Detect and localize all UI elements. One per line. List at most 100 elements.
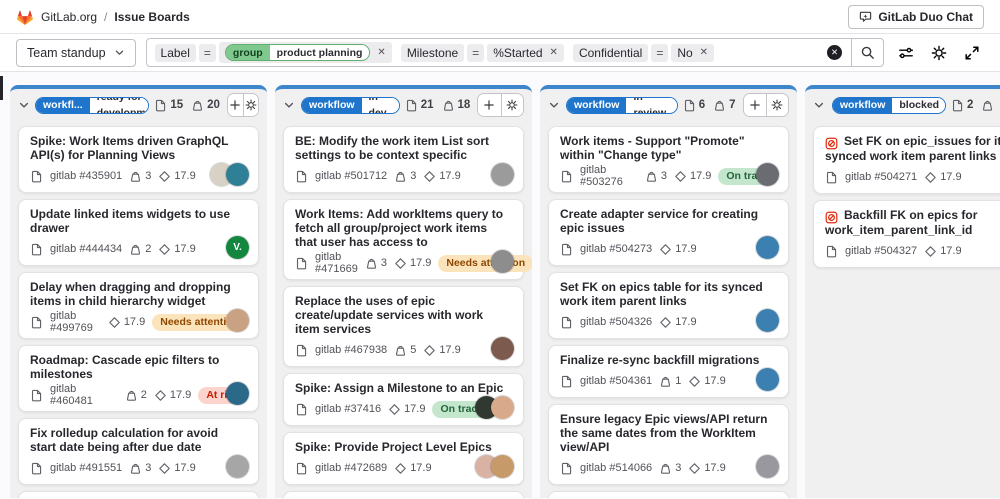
avatar[interactable] <box>226 309 249 332</box>
remove-token-icon[interactable]: ✕ <box>549 47 558 58</box>
avatar[interactable] <box>226 163 249 186</box>
filtered-search-input[interactable]: Label = group product planning ✕ Milesto… <box>146 38 884 67</box>
card-title[interactable]: Roadmap: Cascade epic filters to milesto… <box>30 353 247 381</box>
board-card[interactable]: Set FK on epics table for its synced wor… <box>548 272 789 339</box>
board-card[interactable]: Work items - Support "Promote" within "C… <box>548 126 789 193</box>
card-milestone: 17.9 <box>108 316 145 329</box>
board-card[interactable]: Spike: Assign a Milestone to an Epic git… <box>283 373 524 426</box>
add-issue-button[interactable] <box>478 94 500 116</box>
token-operator[interactable]: = <box>467 44 484 62</box>
board-card[interactable]: Delay when dragging and dropping items i… <box>18 272 259 339</box>
column-label[interactable]: workflow in dev <box>301 97 400 114</box>
card-title[interactable]: Set FK on epic_issues for its synced wor… <box>825 134 1000 163</box>
issue-type-icon <box>30 243 43 256</box>
token-field[interactable]: Confidential <box>573 44 648 62</box>
avatar[interactable] <box>491 250 514 273</box>
board-card[interactable]: Finalize re-sync backfill migrations git… <box>548 345 789 398</box>
avatar[interactable] <box>491 163 514 186</box>
board-card[interactable]: Work items - Child items list occasional… <box>548 491 789 498</box>
token-value[interactable]: No ✕ <box>671 44 714 62</box>
column-label[interactable]: workflow blocked <box>832 97 946 114</box>
avatar[interactable] <box>491 337 514 360</box>
token-field[interactable]: Milestone <box>401 44 464 62</box>
card-title[interactable]: Replace the uses of epic create/update s… <box>295 294 512 336</box>
avatar[interactable] <box>756 455 779 478</box>
avatar[interactable] <box>756 163 779 186</box>
assignee-avatars: V. <box>226 236 249 259</box>
column-settings-button[interactable] <box>501 94 523 116</box>
card-title[interactable]: Ensure legacy Epic views/API return the … <box>560 412 777 454</box>
card-title[interactable]: Fix rolledup calculation for avoid start… <box>30 426 247 454</box>
board-card[interactable]: Update linked items widgets to use drawe… <box>18 199 259 266</box>
card-title[interactable]: Update linked items widgets to use drawe… <box>30 207 247 235</box>
board-card[interactable]: Spike: Work Items driven GraphQL API(s) … <box>18 126 259 193</box>
remove-token-icon[interactable]: ✕ <box>376 47 385 58</box>
duo-chat-button[interactable]: GitLab Duo Chat <box>848 5 984 29</box>
avatar[interactable] <box>491 455 514 478</box>
filter-token-confidential[interactable]: Confidential = No ✕ <box>573 44 714 62</box>
board-card[interactable]: Work Items: Add workItems query to fetch… <box>283 199 524 280</box>
card-title[interactable]: Spike: Work Items driven GraphQL API(s) … <box>30 134 247 162</box>
card-title[interactable]: Backfill FK on epics for work_item_paren… <box>825 208 1000 237</box>
card-title[interactable]: Spike: Assign a Milestone to an Epic <box>295 381 512 395</box>
card-title[interactable]: Set FK on epics table for its synced wor… <box>560 280 777 308</box>
fullscreen-button[interactable] <box>964 44 980 60</box>
add-issue-button[interactable] <box>744 94 766 116</box>
scroll-edge-mark <box>0 76 3 100</box>
card-title[interactable]: Delay when dragging and dropping items i… <box>30 280 247 308</box>
token-value[interactable]: group product planning ✕ <box>219 42 392 63</box>
avatar[interactable] <box>226 382 249 405</box>
collapse-column-button[interactable] <box>283 99 296 111</box>
card-title[interactable]: Work Items: Add workItems query to fetch… <box>295 207 512 249</box>
board-card[interactable]: Ensure legacy Epic views/API return the … <box>548 404 789 485</box>
gitlab-logo-icon[interactable] <box>16 9 33 25</box>
status-badge[interactable]: Needs attention <box>438 255 532 272</box>
card-title[interactable]: Spike: Provide Project Level Epics <box>295 440 512 454</box>
milestone-icon <box>108 316 121 329</box>
card-title[interactable]: Create adapter service for creating epic… <box>560 207 777 235</box>
board-card[interactable]: Allow users to set work in progress limi… <box>283 491 524 498</box>
collapse-column-button[interactable] <box>813 99 827 111</box>
board-switcher[interactable]: Team standup <box>16 39 136 67</box>
token-field[interactable]: Label <box>155 44 196 62</box>
board-card[interactable]: Roadmap: Cascade epic filters to milesto… <box>18 345 259 412</box>
collapse-column-button[interactable] <box>18 99 30 111</box>
board-card[interactable]: Create adapter service for creating epic… <box>548 199 789 266</box>
card-title[interactable]: BE: Modify the work item List sort setti… <box>295 134 512 162</box>
board-card[interactable]: Spike: Provide Project Level Epics gitla… <box>283 432 524 485</box>
board-column-in-dev: workflow in dev 21 18 BE: Modify the wor… <box>275 85 532 498</box>
avatar[interactable] <box>756 368 779 391</box>
token-value[interactable]: %Started ✕ <box>487 44 564 62</box>
card-title[interactable]: Finalize re-sync backfill migrations <box>560 353 777 367</box>
search-button[interactable] <box>851 39 883 66</box>
sort-options-button[interactable] <box>898 44 914 60</box>
token-operator[interactable]: = <box>199 44 216 62</box>
card-title[interactable]: Work items - Support "Promote" within "C… <box>560 134 777 162</box>
board-card[interactable]: Add ability to reprioritize board cards … <box>18 491 259 498</box>
remove-token-icon[interactable]: ✕ <box>699 47 708 58</box>
board-card[interactable]: Fix rolledup calculation for avoid start… <box>18 418 259 485</box>
collapse-column-button[interactable] <box>548 99 561 111</box>
column-label[interactable]: workfl... ready for developme... <box>35 97 149 114</box>
breadcrumb-page[interactable]: Issue Boards <box>114 10 189 24</box>
token-operator[interactable]: = <box>651 44 668 62</box>
breadcrumb-group[interactable]: GitLab.org <box>41 10 97 24</box>
board-card[interactable]: BE: Modify the work item List sort setti… <box>283 126 524 193</box>
board-card[interactable]: Backfill FK on epics for work_item_paren… <box>813 200 1000 268</box>
board-card[interactable]: Set FK on epic_issues for its synced wor… <box>813 126 1000 194</box>
column-settings-button[interactable] <box>766 94 788 116</box>
avatar[interactable]: V. <box>226 236 249 259</box>
avatar[interactable] <box>756 236 779 259</box>
filter-token-milestone[interactable]: Milestone = %Started ✕ <box>401 44 564 62</box>
add-issue-button[interactable] <box>228 94 243 116</box>
board-config-button[interactable] <box>931 44 947 60</box>
avatar[interactable] <box>226 455 249 478</box>
card-milestone: 17.9 <box>388 403 425 416</box>
avatar[interactable] <box>756 309 779 332</box>
avatar[interactable] <box>491 396 514 419</box>
board-card[interactable]: Replace the uses of epic create/update s… <box>283 286 524 367</box>
column-settings-button[interactable] <box>243 94 258 116</box>
filter-token-label[interactable]: Label = group product planning ✕ <box>155 42 392 63</box>
column-label[interactable]: workflow in review <box>566 97 678 114</box>
clear-filters-button[interactable]: ✕ <box>827 45 842 60</box>
